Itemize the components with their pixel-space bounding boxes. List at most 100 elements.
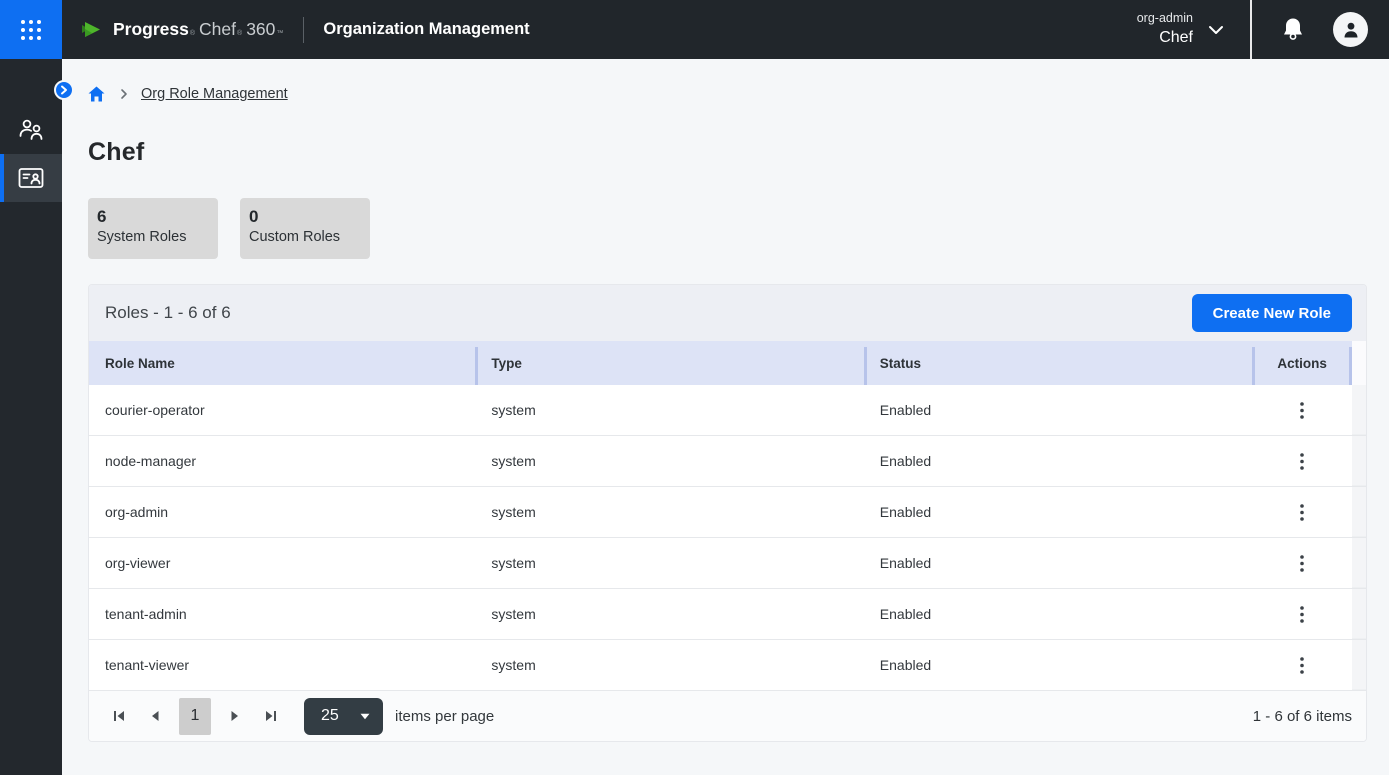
cell-status: Enabled xyxy=(864,487,1252,537)
cell-type: system xyxy=(475,436,863,486)
stat-value: 0 xyxy=(249,206,361,228)
dropdown-arrow-icon xyxy=(360,713,370,720)
row-actions-kebab-icon[interactable] xyxy=(1291,552,1313,574)
page-size-dropdown[interactable]: 25 xyxy=(304,698,383,735)
brand-part-progress: Progress xyxy=(113,19,189,40)
row-actions-kebab-icon[interactable] xyxy=(1291,654,1313,676)
items-per-page-label: items per page xyxy=(395,708,494,725)
scrollbar-gutter xyxy=(1352,436,1366,486)
org-name-label: Chef xyxy=(1159,27,1193,49)
top-bar: Progress®Chef®360™ Organization Manageme… xyxy=(0,0,1389,59)
table-header-row: Role Name Type Status Actions xyxy=(89,341,1366,385)
next-page-button[interactable] xyxy=(222,703,248,729)
row-actions-kebab-icon[interactable] xyxy=(1291,501,1313,523)
create-new-role-button[interactable]: Create New Role xyxy=(1192,294,1352,332)
brand-mark-3: ™ xyxy=(276,30,283,37)
table-title: Roles - 1 - 6 of 6 xyxy=(105,303,231,323)
scrollbar-gutter xyxy=(1352,538,1366,588)
row-actions-kebab-icon[interactable] xyxy=(1291,399,1313,421)
sidebar-item-roles[interactable] xyxy=(0,154,62,202)
main-content: Org Role Management Chef 6 System Roles … xyxy=(62,59,1389,775)
brand-mark-2: ® xyxy=(237,30,242,37)
stat-cards: 6 System Roles 0 Custom Roles xyxy=(88,198,1367,259)
scrollbar-gutter xyxy=(1352,487,1366,537)
users-icon xyxy=(17,117,45,143)
bell-icon xyxy=(1281,17,1305,43)
cell-role-name: courier-operator xyxy=(89,385,475,435)
column-header-actions: Actions xyxy=(1252,341,1352,385)
role-card-icon xyxy=(17,166,45,190)
progress-logo-icon xyxy=(79,17,105,43)
sidebar xyxy=(0,59,62,775)
current-page-button[interactable]: 1 xyxy=(179,698,211,735)
table-row: courier-operator system Enabled xyxy=(89,385,1366,436)
org-switcher[interactable]: org-admin Chef xyxy=(1137,10,1224,48)
cell-role-name: tenant-admin xyxy=(89,589,475,639)
sidebar-expand-button[interactable] xyxy=(54,80,74,100)
chevron-right-icon xyxy=(60,85,68,95)
row-actions-kebab-icon[interactable] xyxy=(1291,603,1313,625)
pagination-bar: 1 25 items per page 1 - 6 of 6 items xyxy=(89,691,1366,741)
app-title: Organization Management xyxy=(323,20,529,39)
table-panel-header: Roles - 1 - 6 of 6 Create New Role xyxy=(89,285,1366,341)
scrollbar-gutter xyxy=(1352,640,1366,690)
last-page-button[interactable] xyxy=(258,703,284,729)
column-header-type[interactable]: Type xyxy=(475,341,863,385)
column-header-status[interactable]: Status xyxy=(864,341,1252,385)
brand-mark-1: ® xyxy=(190,30,195,37)
brand-part-360: 360 xyxy=(246,19,275,40)
page-title: Chef xyxy=(88,138,1367,167)
home-link[interactable] xyxy=(88,86,105,102)
cell-status: Enabled xyxy=(864,640,1252,690)
breadcrumb: Org Role Management xyxy=(88,84,1367,104)
stat-card-custom-roles: 0 Custom Roles xyxy=(240,198,370,259)
brand-part-chef: Chef xyxy=(199,19,236,40)
cell-type: system xyxy=(475,538,863,588)
stat-label: System Roles xyxy=(97,229,209,245)
app-launcher-button[interactable] xyxy=(0,0,62,59)
scrollbar-gutter xyxy=(1352,589,1366,639)
page-size-value: 25 xyxy=(321,707,339,725)
cell-type: system xyxy=(475,589,863,639)
table-row: tenant-viewer system Enabled xyxy=(89,640,1366,691)
cell-status: Enabled xyxy=(864,436,1252,486)
header-divider xyxy=(303,17,304,43)
notifications-button[interactable] xyxy=(1281,17,1305,43)
sidebar-item-users[interactable] xyxy=(0,106,62,154)
user-icon xyxy=(1341,20,1361,40)
table-row: node-manager system Enabled xyxy=(89,436,1366,487)
scrollbar-gutter xyxy=(1352,341,1366,385)
cell-role-name: org-admin xyxy=(89,487,475,537)
chevron-down-icon xyxy=(1208,25,1224,35)
breadcrumb-chevron-icon xyxy=(120,88,128,100)
home-icon xyxy=(88,86,105,102)
cell-type: system xyxy=(475,640,863,690)
table-row: org-admin system Enabled xyxy=(89,487,1366,538)
stat-card-system-roles: 6 System Roles xyxy=(88,198,218,259)
previous-page-button[interactable] xyxy=(142,703,168,729)
user-avatar-button[interactable] xyxy=(1333,12,1368,47)
column-header-role-name[interactable]: Role Name xyxy=(89,341,475,385)
cell-type: system xyxy=(475,487,863,537)
cell-status: Enabled xyxy=(864,538,1252,588)
roles-table-card: Roles - 1 - 6 of 6 Create New Role Role … xyxy=(88,284,1367,742)
cell-role-name: org-viewer xyxy=(89,538,475,588)
pagination-range-label: 1 - 6 of 6 items xyxy=(1253,708,1352,725)
breadcrumb-link-org-role-management[interactable]: Org Role Management xyxy=(141,86,288,102)
cell-status: Enabled xyxy=(864,385,1252,435)
first-page-button[interactable] xyxy=(106,703,132,729)
row-actions-kebab-icon[interactable] xyxy=(1291,450,1313,472)
cell-role-name: tenant-viewer xyxy=(89,640,475,690)
table-row: org-viewer system Enabled xyxy=(89,538,1366,589)
stat-label: Custom Roles xyxy=(249,229,361,245)
cell-type: system xyxy=(475,385,863,435)
cell-role-name: node-manager xyxy=(89,436,475,486)
stat-value: 6 xyxy=(97,206,209,228)
table-row: tenant-admin system Enabled xyxy=(89,589,1366,640)
org-role-label: org-admin xyxy=(1137,10,1193,27)
cell-status: Enabled xyxy=(864,589,1252,639)
header-section-divider xyxy=(1250,0,1252,59)
scrollbar-gutter xyxy=(1352,385,1366,435)
progress-chef-logo: Progress®Chef®360™ xyxy=(79,17,284,43)
grid-dots-icon xyxy=(20,19,42,41)
